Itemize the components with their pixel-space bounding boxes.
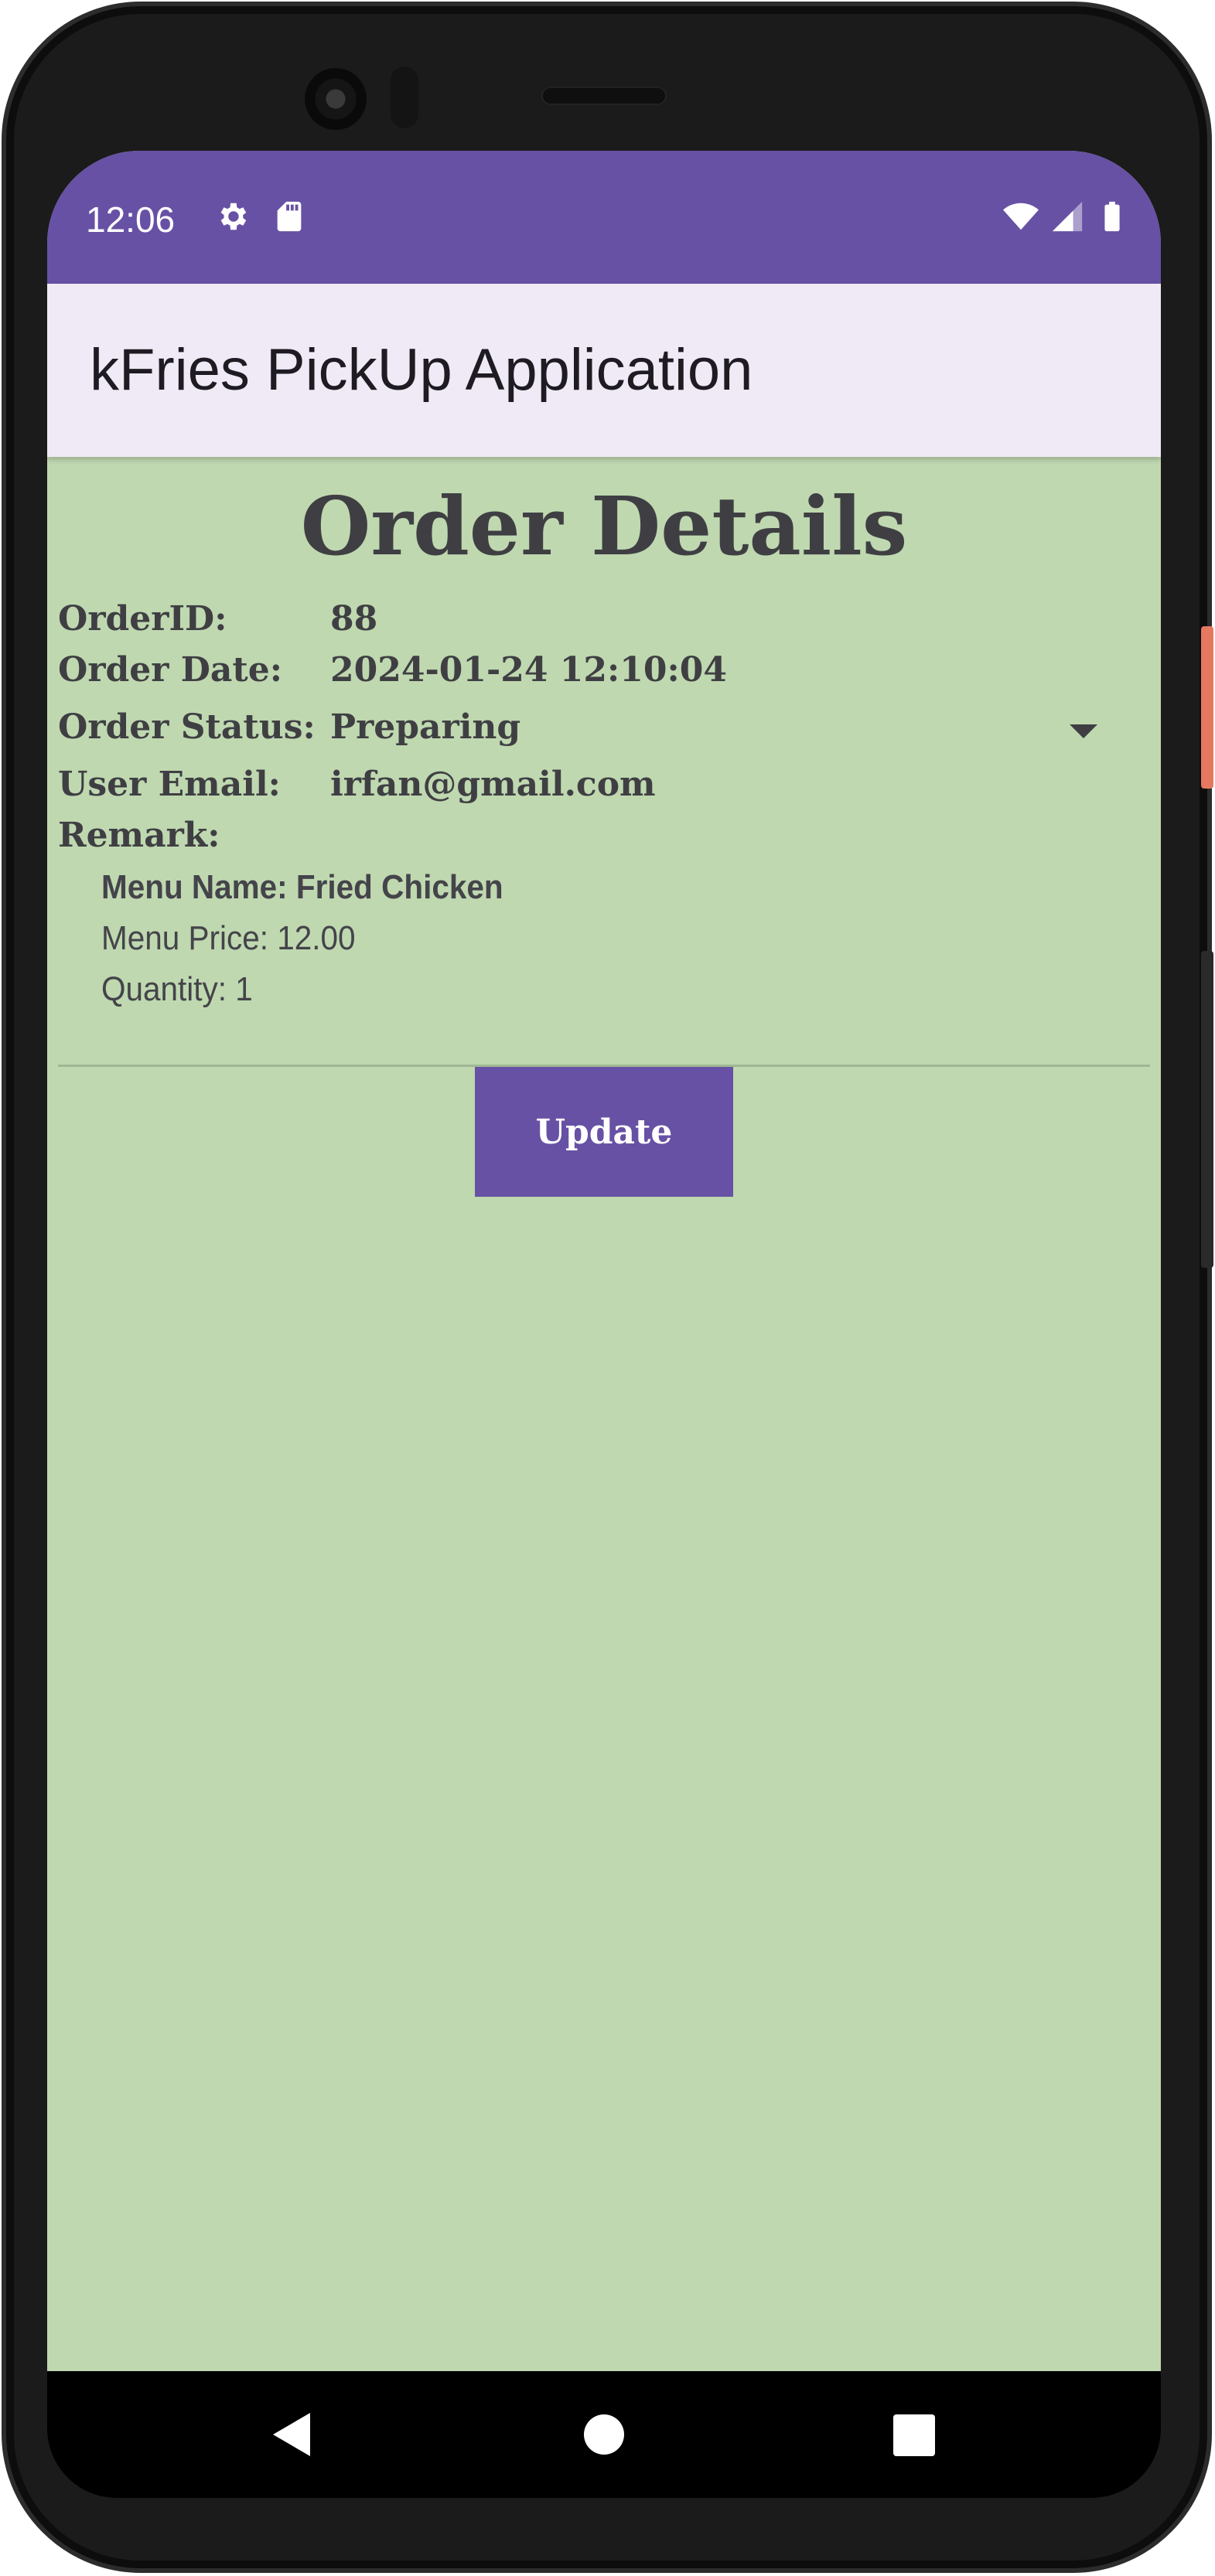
chevron-down-icon[interactable] xyxy=(1070,724,1097,738)
navigation-bar xyxy=(47,2371,1161,2498)
wifi-icon xyxy=(1003,203,1039,230)
volume-button xyxy=(1201,951,1213,1268)
home-icon[interactable] xyxy=(584,2414,624,2455)
battery-icon xyxy=(1104,201,1120,232)
order-status-label: Order Status: xyxy=(58,707,316,747)
cell-signal-icon xyxy=(1052,201,1083,232)
menu-name: Menu Name: Fried Chicken xyxy=(101,868,503,906)
update-button[interactable]: Update xyxy=(475,1067,733,1197)
sd-card-icon xyxy=(277,201,302,232)
order-date-value: 2024-01-24 12:10:04 xyxy=(330,650,727,690)
menu-quantity: Quantity: 1 xyxy=(101,970,253,1008)
proximity-sensor xyxy=(391,66,418,128)
user-email-label: User Email: xyxy=(58,765,281,804)
order-status-dropdown[interactable]: Preparing xyxy=(323,695,1127,757)
list-item: Menu Name: Fried Chicken Menu Price: 12.… xyxy=(101,862,538,1015)
gear-icon xyxy=(220,203,247,230)
order-date-label: Order Date: xyxy=(58,650,282,690)
remark-label: Remark: xyxy=(58,816,220,855)
app-title: kFries PickUp Application xyxy=(90,337,753,403)
status-bar: 12:06 xyxy=(47,151,1161,284)
recent-apps-icon[interactable] xyxy=(893,2414,935,2456)
order-id-value: 88 xyxy=(330,599,378,639)
status-time: 12:06 xyxy=(86,199,176,240)
power-button xyxy=(1201,626,1213,789)
app-bar: kFries PickUp Application xyxy=(47,284,1161,457)
back-icon[interactable] xyxy=(273,2413,310,2456)
user-email-value: irfan@gmail.com xyxy=(330,765,656,804)
screen: 12:06 kFries PickUp Application Order De… xyxy=(47,151,1161,2371)
earpiece-speaker xyxy=(541,87,667,105)
order-details-content: Order Details OrderID: 88 Order Date: 20… xyxy=(47,457,1161,2371)
front-camera xyxy=(305,68,367,130)
order-status-selected: Preparing xyxy=(330,707,521,747)
order-id-label: OrderID: xyxy=(58,599,227,639)
menu-price: Menu Price: 12.00 xyxy=(101,919,356,957)
page-title: Order Details xyxy=(300,479,908,574)
